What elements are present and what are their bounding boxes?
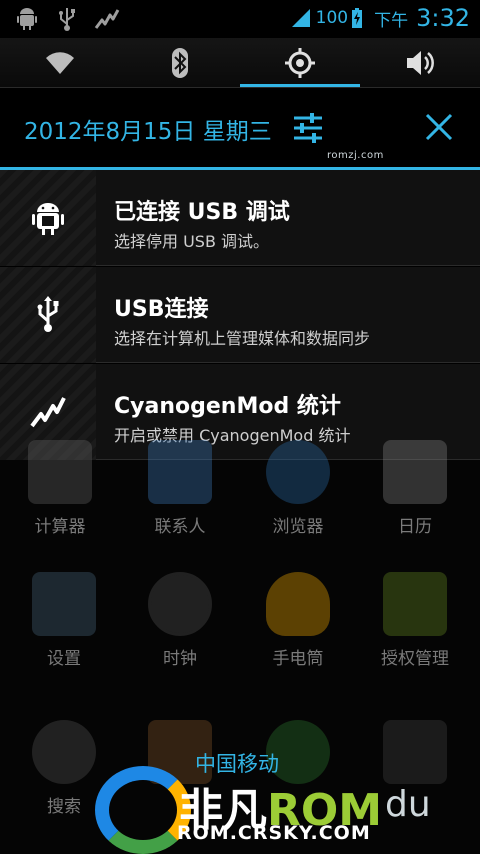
calendar-icon [383, 440, 447, 504]
notification-icon-box [0, 267, 96, 363]
app-flashlight[interactable]: 手电筒 [248, 572, 348, 669]
notification-header: 2012年8月15日 星期三 romzj.com [0, 88, 480, 170]
gps-icon [285, 47, 315, 78]
app-label: 浏览器 [272, 517, 324, 537]
clear-all-icon[interactable] [424, 112, 454, 142]
battery-icon [352, 8, 363, 28]
globe-icon [266, 440, 330, 504]
stats-icon [94, 9, 120, 29]
app-calculator[interactable]: 计算器 [10, 440, 110, 537]
settings-sliders-icon[interactable] [290, 110, 326, 146]
notification-usb-connection[interactable]: USB连接 选择在计算机上管理媒体和数据同步 [0, 267, 480, 363]
app-superuser[interactable]: 授权管理 [365, 572, 465, 669]
notification-subtitle: 选择停用 USB 调试。 [114, 232, 270, 251]
watermark-text: romzj.com [327, 150, 384, 161]
app-label: 授权管理 [381, 649, 449, 669]
usb-icon [59, 8, 75, 31]
app-label: 计算器 [34, 517, 86, 537]
android-icon [383, 572, 447, 636]
notification-title: USB连接 [114, 297, 209, 322]
magnifier-icon [32, 720, 96, 784]
lightbulb-icon [266, 572, 330, 636]
ampm-label: 下午 [374, 10, 409, 31]
notification-title: CyanogenMod 统计 [114, 394, 341, 419]
android-debug-icon [32, 203, 64, 235]
notification-icon-box [0, 170, 96, 266]
contacts-icon [148, 440, 212, 504]
app-label: 日历 [398, 517, 432, 537]
notification-usb-debugging[interactable]: 已连接 USB 调试 选择停用 USB 调试。 [0, 170, 480, 266]
status-bar: 100 下午 3:32 [0, 0, 480, 38]
app-calendar[interactable]: 日历 [365, 440, 465, 537]
brand-url: ROM.CRSKY.COM [177, 822, 371, 844]
app-settings[interactable]: 设置 [14, 572, 114, 669]
clock-icon [148, 572, 212, 636]
camera-icon [383, 720, 447, 784]
settings-icon [32, 572, 96, 636]
notification-title: 已连接 USB 调试 [114, 200, 290, 225]
calculator-icon [28, 440, 92, 504]
app-label: 联系人 [154, 517, 206, 537]
date-label: 2012年8月15日 星期三 [24, 119, 272, 145]
android-debug-icon [17, 8, 37, 30]
signal-icon [291, 9, 310, 27]
battery-level: 100 [315, 8, 349, 28]
toggle-bluetooth[interactable] [120, 38, 240, 87]
wifi-icon [46, 51, 74, 74]
app-contacts[interactable]: 联系人 [130, 440, 230, 537]
toggle-wifi[interactable] [0, 38, 120, 87]
app-label: 时钟 [163, 649, 197, 669]
bluetooth-icon [172, 47, 188, 78]
toggle-sound[interactable] [360, 38, 480, 87]
clock: 3:32 [416, 4, 470, 32]
app-clock[interactable]: 时钟 [130, 572, 230, 669]
quick-toggles [0, 38, 480, 88]
speaker-icon [407, 50, 434, 75]
app-label: 设置 [47, 649, 81, 669]
usb-icon [37, 296, 59, 332]
app-label: 手电筒 [272, 649, 324, 669]
stats-icon [30, 397, 66, 428]
toggle-gps[interactable] [240, 38, 360, 87]
notification-subtitle: 选择在计算机上管理媒体和数据同步 [114, 329, 371, 348]
brand-extra: du [385, 784, 431, 825]
app-browser[interactable]: 浏览器 [248, 440, 348, 537]
